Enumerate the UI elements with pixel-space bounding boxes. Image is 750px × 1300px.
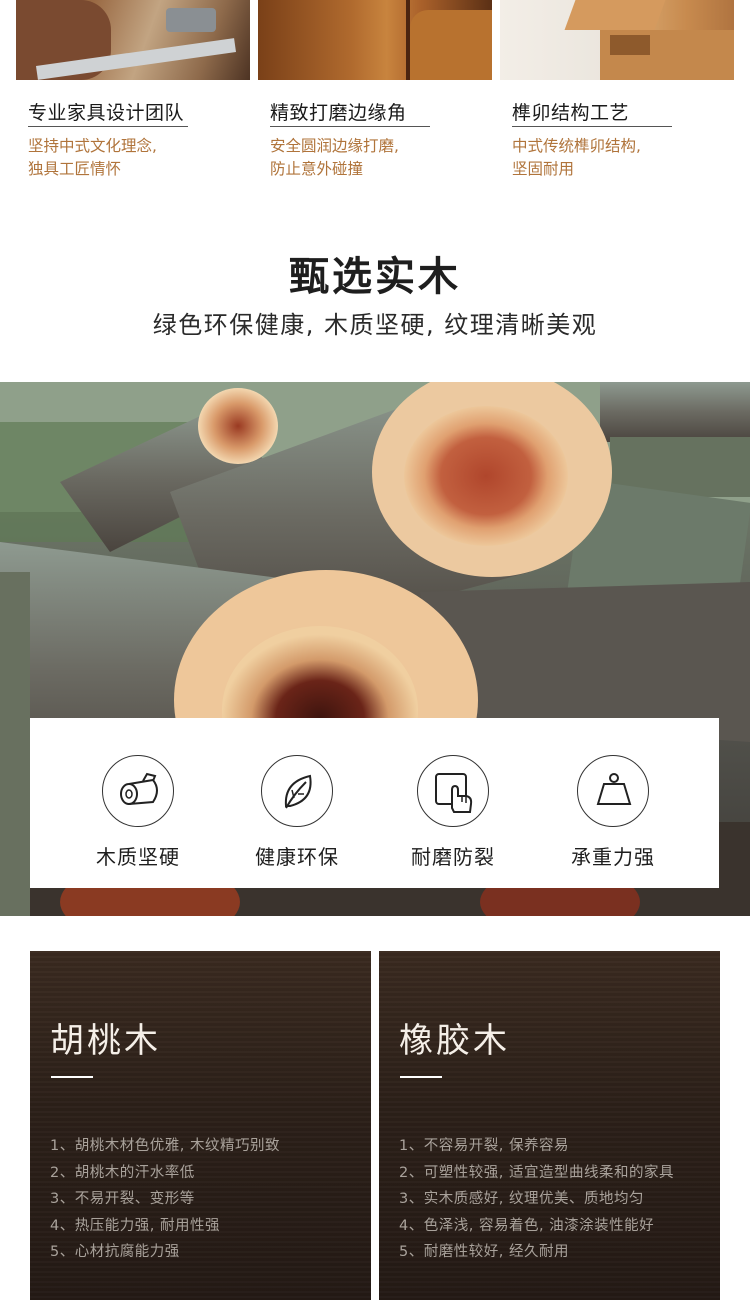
mortise-tenon-photo	[500, 0, 734, 80]
section-title: 甄选实木	[289, 253, 461, 300]
property-eco-friendly: 健康环保	[217, 718, 377, 888]
list-item: 4、色泽浅, 容易着色, 油漆涂装性能好	[399, 1217, 655, 1234]
property-label: 耐磨防裂	[411, 845, 495, 869]
property-label: 承重力强	[571, 845, 655, 869]
feature-design-team: 专业家具设计团队 坚持中式文化理念, 独具工匠情怀	[16, 0, 250, 178]
feature-strip: 专业家具设计团队 坚持中式文化理念, 独具工匠情怀 精致打磨边缘角 安全圆润边缘…	[0, 0, 750, 200]
property-label: 健康环保	[255, 845, 339, 869]
list-item: 5、耐磨性较好, 经久耐用	[399, 1244, 569, 1260]
list-item: 1、胡桃木材色优雅, 木纹精巧别致	[50, 1138, 280, 1154]
feature-title: 榫卯结构工艺	[512, 102, 630, 124]
rubberwood-feature-list: 1、不容易开裂, 保养容易 2、可塑性较强, 适宜造型曲线柔和的家具 3、实木质…	[399, 1133, 674, 1266]
log-icon	[102, 755, 174, 827]
list-item: 5、心材抗腐能力强	[50, 1244, 180, 1260]
property-hard-wood: 木质坚硬	[58, 718, 218, 888]
weight-icon	[577, 755, 649, 827]
rubberwood-panel: 橡胶木 1、不容易开裂, 保养容易 2、可塑性较强, 适宜造型曲线柔和的家具 3…	[379, 951, 720, 1300]
panel-divider	[51, 1076, 93, 1078]
feature-divider	[270, 126, 430, 127]
list-item: 4、热压能力强, 耐用性强	[50, 1217, 220, 1234]
feature-title: 精致打磨边缘角	[270, 102, 407, 124]
panel-divider	[400, 1076, 442, 1078]
feature-desc: 坚持中式文化理念, 独具工匠情怀	[28, 137, 157, 178]
list-item: 2、胡桃木的汗水率低	[50, 1164, 195, 1181]
wood-properties-card: 木质坚硬 健康环保 耐磨防裂 承重力强	[30, 718, 719, 888]
craftsman-tools-photo	[16, 0, 250, 80]
property-load-bearing: 承重力强	[533, 718, 693, 888]
feature-mortise-tenon: 榫卯结构工艺 中式传统榫卯结构, 坚固耐用	[500, 0, 734, 178]
feature-divider	[512, 126, 672, 127]
walnut-feature-list: 1、胡桃木材色优雅, 木纹精巧别致 2、胡桃木的汗水率低 3、不易开裂、变形等 …	[50, 1133, 280, 1266]
property-label: 木质坚硬	[96, 845, 180, 869]
feature-title: 专业家具设计团队	[28, 102, 185, 124]
list-item: 3、不易开裂、变形等	[50, 1191, 195, 1207]
list-item: 2、可塑性较强, 适宜造型曲线柔和的家具	[399, 1164, 674, 1181]
feature-divider	[28, 126, 188, 127]
feature-desc: 安全圆润边缘打磨, 防止意外碰撞	[270, 137, 399, 178]
feature-desc: 中式传统榫卯结构, 坚固耐用	[512, 137, 641, 178]
panel-title: 胡桃木	[50, 1021, 161, 1061]
panel-title: 橡胶木	[399, 1021, 510, 1061]
hand-touch-icon	[417, 755, 489, 827]
list-item: 1、不容易开裂, 保养容易	[399, 1138, 569, 1154]
rounded-edge-photo	[258, 0, 492, 80]
section-subtitle: 绿色环保健康, 木质坚硬, 纹理清晰美观	[152, 311, 598, 339]
leaf-icon	[261, 755, 333, 827]
property-wear-resistant: 耐磨防裂	[373, 718, 533, 888]
feature-polished-edges: 精致打磨边缘角 安全圆润边缘打磨, 防止意外碰撞	[258, 0, 492, 178]
walnut-panel: 胡桃木 1、胡桃木材色优雅, 木纹精巧别致 2、胡桃木的汗水率低 3、不易开裂、…	[30, 951, 371, 1300]
list-item: 3、实木质感好, 纹理优美、质地均匀	[399, 1191, 644, 1207]
